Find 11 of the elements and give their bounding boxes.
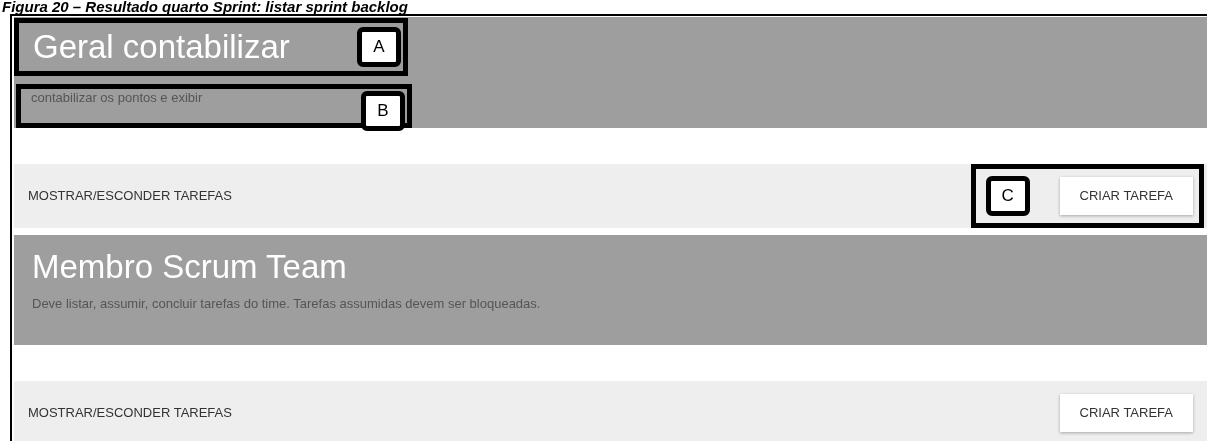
marker-label: B bbox=[361, 91, 405, 131]
toggle-tasks-link[interactable]: MOSTRAR/ESCONDER TAREFAS bbox=[28, 403, 1060, 423]
marker-label: C bbox=[985, 176, 1030, 216]
card-description: contabilizar os pontos e exibir bbox=[31, 89, 203, 107]
card-title: Membro Scrum Team bbox=[31, 247, 348, 287]
create-task-button[interactable]: CRIAR TAREFA bbox=[1059, 177, 1193, 215]
marker-label: A bbox=[357, 27, 401, 67]
card-description: Deve listar, assumir, concluir tarefas do time. Tarefas assumidas devem ser bloqueadas. bbox=[31, 295, 542, 313]
create-task-button[interactable]: CRIAR TAREFA bbox=[1059, 394, 1193, 432]
card-title: Geral contabilizar bbox=[33, 27, 290, 67]
toggle-tasks-link[interactable]: MOSTRAR/ESCONDER TAREFAS bbox=[28, 186, 971, 206]
